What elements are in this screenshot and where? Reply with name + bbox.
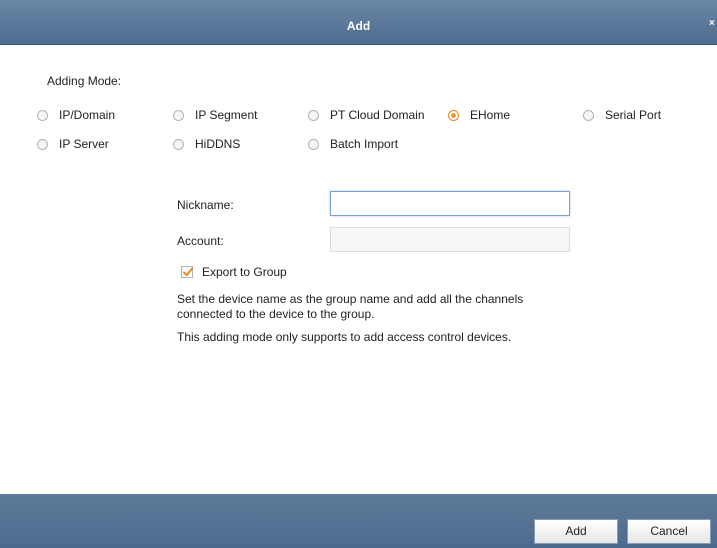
radio-label: Serial Port (605, 108, 662, 122)
radio-batch-import[interactable]: Batch Import (308, 137, 398, 151)
radio-pt-cloud-domain[interactable]: PT Cloud Domain (308, 108, 425, 122)
mode-support-note: This adding mode only supports to add ac… (177, 330, 512, 344)
dialog-footer: Add Cancel (0, 494, 717, 548)
radio-ehome[interactable]: EHome (448, 108, 510, 122)
dialog-titlebar: Add × (0, 0, 717, 45)
radio-icon (308, 109, 319, 121)
add-device-dialog: Add × Adding Mode: IP/Domain IP Segment … (0, 0, 717, 548)
account-label: Account: (177, 234, 224, 248)
group-description-line2: connected to the device to the group. (177, 307, 375, 321)
radio-ip-domain[interactable]: IP/Domain (37, 108, 115, 122)
radio-hiddns[interactable]: HiDDNS (173, 137, 240, 151)
radio-label: IP Segment (195, 108, 258, 122)
radio-icon (583, 109, 594, 121)
radio-icon (37, 109, 48, 121)
account-input[interactable] (330, 227, 570, 252)
radio-label: IP Server (59, 137, 109, 151)
cancel-button[interactable]: Cancel (627, 519, 711, 544)
radio-serial-port[interactable]: Serial Port (583, 108, 661, 122)
radio-icon (173, 138, 184, 150)
nickname-label: Nickname: (177, 198, 234, 212)
close-icon[interactable]: × (709, 18, 717, 30)
radio-ip-segment[interactable]: IP Segment (173, 108, 257, 122)
radio-icon (37, 138, 48, 150)
radio-label: PT Cloud Domain (330, 108, 425, 122)
adding-mode-label: Adding Mode: (47, 74, 122, 88)
group-description-line1: Set the device name as the group name an… (177, 292, 524, 306)
add-button[interactable]: Add (534, 519, 618, 544)
radio-ip-server[interactable]: IP Server (37, 137, 109, 151)
export-to-group-checkbox[interactable]: Export to Group (181, 265, 287, 279)
checkbox-label: Export to Group (202, 265, 287, 279)
radio-icon (308, 138, 319, 150)
dialog-content: Adding Mode: IP/Domain IP Segment PT Clo… (0, 45, 717, 494)
checkbox-checked-icon (181, 266, 194, 278)
radio-selected-icon (448, 109, 459, 121)
nickname-input[interactable] (330, 191, 570, 216)
radio-label: EHome (470, 108, 511, 122)
radio-icon (173, 109, 184, 121)
radio-label: Batch Import (330, 137, 399, 151)
radio-label: HiDDNS (195, 137, 241, 151)
radio-label: IP/Domain (59, 108, 116, 122)
dialog-title: Add (346, 19, 371, 33)
